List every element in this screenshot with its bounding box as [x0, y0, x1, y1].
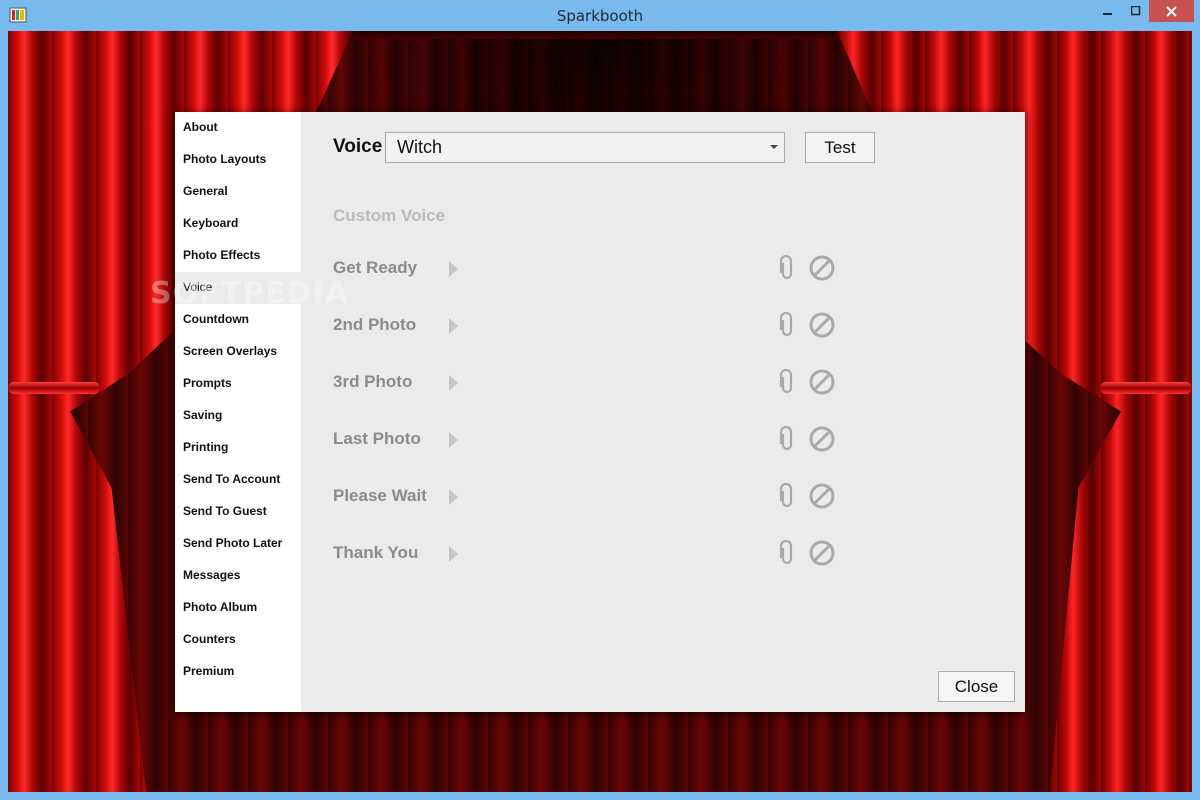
voice-settings-panel: Voice Witch Test Custom Voice Get Ready … [301, 112, 1025, 712]
sidebar-item-messages[interactable]: Messages [175, 560, 301, 592]
sidebar-item-general[interactable]: General [175, 176, 301, 208]
custom-voice-label: Please Wait [333, 486, 427, 505]
sidebar-item-screen-overlays[interactable]: Screen Overlays [175, 336, 301, 368]
sidebar-item-keyboard[interactable]: Keyboard [175, 208, 301, 240]
sidebar-item-photo-effects[interactable]: Photo Effects [175, 240, 301, 272]
window-title: Sparkbooth [556, 7, 644, 25]
app-window: Sparkbooth About Photo Layouts General K… [0, 0, 1200, 800]
custom-voice-row-thank-you: Thank You [301, 535, 1025, 571]
minimize-icon [1103, 13, 1112, 15]
custom-voice-label: 3rd Photo [333, 372, 413, 391]
title-bar[interactable]: Sparkbooth [0, 0, 1200, 31]
sidebar-item-saving[interactable]: Saving [175, 400, 301, 432]
custom-voice-heading: Custom Voice [333, 206, 446, 225]
left-curtain-tieback [8, 382, 100, 394]
voice-dropdown-value: Witch [397, 137, 442, 157]
custom-voice-label: Thank You [333, 543, 419, 562]
close-icon [1166, 5, 1177, 17]
sidebar-item-counters[interactable]: Counters [175, 624, 301, 656]
close-window-button[interactable] [1149, 0, 1194, 22]
custom-voice-label: Get Ready [333, 258, 418, 277]
sidebar-item-photo-layouts[interactable]: Photo Layouts [175, 144, 301, 176]
maximize-icon [1131, 6, 1141, 16]
no-entry-icon[interactable] [809, 426, 835, 452]
custom-voice-row-3rd-photo: 3rd Photo [301, 364, 1025, 400]
sidebar-item-premium[interactable]: Premium [175, 656, 301, 688]
right-curtain-tieback [1100, 382, 1192, 394]
paperclip-icon[interactable] [777, 312, 797, 338]
maximize-button[interactable] [1123, 0, 1149, 22]
custom-voice-row-get-ready: Get Ready [301, 250, 1025, 286]
close-dialog-button[interactable]: Close [938, 671, 1015, 702]
play-icon[interactable] [449, 432, 458, 448]
no-entry-icon[interactable] [809, 255, 835, 281]
sidebar-item-send-to-guest[interactable]: Send To Guest [175, 496, 301, 528]
settings-sidebar: About Photo Layouts General Keyboard Pho… [175, 112, 301, 712]
no-entry-icon[interactable] [809, 483, 835, 509]
paperclip-icon[interactable] [777, 483, 797, 509]
minimize-button[interactable] [1092, 0, 1124, 22]
paperclip-icon[interactable] [777, 426, 797, 452]
test-voice-button[interactable]: Test [805, 132, 875, 163]
sidebar-item-about[interactable]: About [175, 112, 301, 144]
custom-voice-row-2nd-photo: 2nd Photo [301, 307, 1025, 343]
custom-voice-label: 2nd Photo [333, 315, 417, 334]
settings-dialog: About Photo Layouts General Keyboard Pho… [175, 112, 1025, 712]
sidebar-item-printing[interactable]: Printing [175, 432, 301, 464]
play-icon[interactable] [449, 546, 458, 562]
chevron-down-icon [770, 145, 778, 149]
custom-voice-row-last-photo: Last Photo [301, 421, 1025, 457]
play-icon[interactable] [449, 489, 458, 505]
play-icon[interactable] [449, 375, 458, 391]
play-icon[interactable] [449, 318, 458, 334]
custom-voice-label: Last Photo [333, 429, 421, 448]
paperclip-icon[interactable] [777, 369, 797, 395]
no-entry-icon[interactable] [809, 312, 835, 338]
sidebar-item-send-photo-later[interactable]: Send Photo Later [175, 528, 301, 560]
no-entry-icon[interactable] [809, 540, 835, 566]
voice-dropdown[interactable]: Witch [385, 132, 785, 163]
play-icon[interactable] [449, 261, 458, 277]
softpedia-watermark: SOFTPEDIA [150, 276, 349, 311]
sidebar-item-photo-album[interactable]: Photo Album [175, 592, 301, 624]
voice-label: Voice [333, 136, 383, 157]
paperclip-icon[interactable] [777, 540, 797, 566]
paperclip-icon[interactable] [777, 255, 797, 281]
no-entry-icon[interactable] [809, 369, 835, 395]
sidebar-item-send-to-account[interactable]: Send To Account [175, 464, 301, 496]
sidebar-item-prompts[interactable]: Prompts [175, 368, 301, 400]
custom-voice-row-please-wait: Please Wait [301, 478, 1025, 514]
